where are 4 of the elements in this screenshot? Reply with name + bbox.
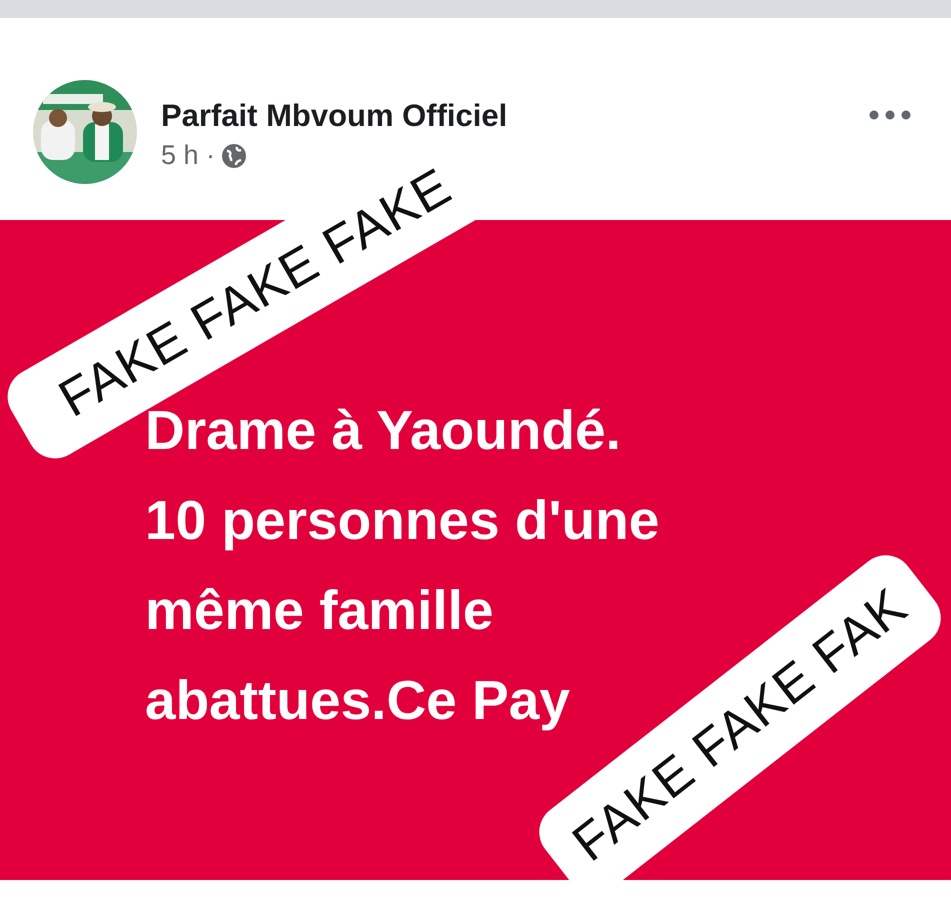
post-time[interactable]: 5 h · [161, 140, 216, 171]
more-options-icon[interactable] [869, 110, 911, 120]
post-text-line: même famille [145, 578, 494, 643]
globe-icon [221, 142, 248, 168]
